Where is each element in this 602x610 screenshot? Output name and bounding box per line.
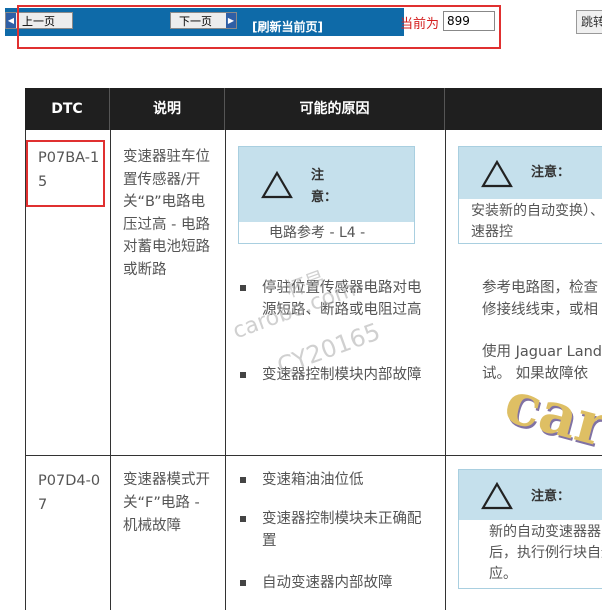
highlight-box-navigation — [17, 5, 501, 49]
highlight-box-dtc-code — [26, 140, 105, 207]
action-note-box-2: 注意： 新的自动变速器器后，执行例行块自适应。 — [458, 469, 602, 589]
header-actions — [445, 88, 602, 130]
warning-icon — [261, 171, 293, 199]
grid-line — [25, 455, 602, 456]
left-arrow-icon: ◀ — [6, 13, 16, 28]
action-item: 参考电路图，检查修接线线束，或相 — [482, 277, 602, 321]
grid-line — [225, 130, 226, 610]
dtc-code-2: P07D4-07 — [38, 473, 101, 513]
grid-line — [445, 130, 446, 610]
warning-icon — [481, 160, 513, 188]
header-dtc: DTC — [25, 88, 110, 130]
dtc-description-2: 变速器模式开关“F”电路 - 机械故障 — [123, 472, 210, 534]
warning-icon — [481, 482, 513, 510]
action-note-title-2: 注意： — [531, 489, 571, 504]
cause-item: 变速器控制模块未正确配置 — [240, 508, 432, 552]
header-description: 说明 — [110, 88, 225, 130]
action-note-title-1: 注意： — [531, 165, 571, 180]
jump-button[interactable]: 跳转 — [576, 10, 602, 34]
header-causes: 可能的原因 — [225, 88, 445, 130]
cause-item: 变速箱油油位低 — [240, 469, 432, 491]
action-note-box-1: 注意： 安装新的自动变换）、变速器控 — [458, 146, 602, 244]
note-title-1: 注意： — [311, 168, 338, 205]
cause-item: 自动变速器内部故障 — [240, 572, 432, 594]
action-note-body-2: 新的自动变速器器后，执行例行块自适应。 — [489, 524, 602, 582]
dtc-description-1: 变速器驻车位置传感器/开关“B”电路电压过高 - 电路对蓄电池短路或断路 — [123, 149, 210, 278]
action-note-body-1: 安装新的自动变换）、变速器控 — [471, 203, 602, 240]
note-box-1: 注意： 电路参考 - L4 - — [238, 146, 415, 244]
grid-line — [110, 130, 111, 610]
note-body-1: 电路参考 - L4 - — [269, 225, 366, 241]
